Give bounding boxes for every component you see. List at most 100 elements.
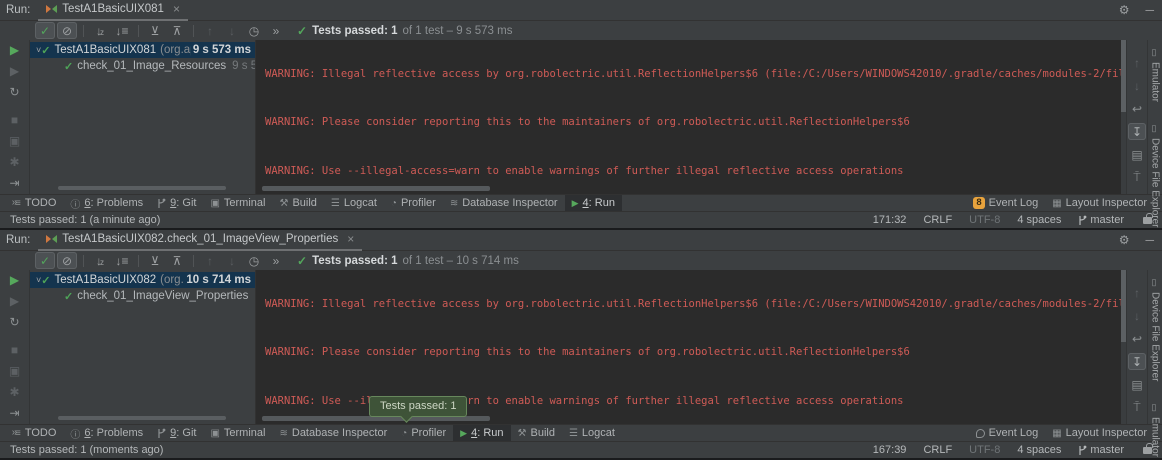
more-toolbar-icon[interactable]: » [12,197,18,208]
rerun-failed-tests-icon[interactable]: ▶ [5,294,25,308]
layout-inspector-button[interactable]: ▦Layout Inspector [1045,425,1154,442]
sidetab-device-file-explorer[interactable]: ▯ Device File Explorer [1150,124,1161,227]
file-encoding[interactable]: UTF-8 [969,214,1000,226]
toolwindow-profiler[interactable]: ◔Profiler [384,195,443,212]
git-branch-widget[interactable]: master [1078,444,1124,456]
more-actions-icon[interactable]: » [266,22,286,39]
rerun-failed-tests-icon[interactable]: ▶ [5,64,25,78]
previous-failed-icon[interactable]: ↑ [200,252,220,269]
test-tree-root-row[interactable]: ˅ ✓ TestA1BasicUIX081 (org.aplas.basica … [30,42,255,58]
lock-icon[interactable] [1143,217,1152,224]
test-tree-child-row[interactable]: ✓ check_01_ImageView_Properties 10 s 714… [30,288,255,304]
print-icon[interactable]: ▤ [1128,146,1146,163]
console-horizontal-scrollbar[interactable] [262,186,490,191]
toolwindow-run[interactable]: ▶4: Run [453,425,510,442]
console-vertical-scrollbar[interactable] [1121,40,1126,194]
rerun-tests-icon[interactable]: ▶ [5,273,25,287]
soft-wrap-icon[interactable]: ↩ [1128,100,1146,117]
toolwindow-run[interactable]: ▶4: Run [565,195,622,212]
more-actions-icon[interactable]: » [266,252,286,269]
clear-console-icon[interactable]: ⍑ [1128,399,1146,416]
show-ignored-icon[interactable]: ⊘ [57,252,77,269]
attach-debugger-icon[interactable]: ✱ [5,385,25,399]
event-log-button[interactable]: Event Log [969,425,1046,442]
next-failed-icon[interactable]: ↓ [222,252,242,269]
toolwindow-database-inspector[interactable]: ≋Database Inspector [443,195,565,212]
minimize-icon[interactable]: ─ [1137,233,1162,247]
lock-icon[interactable] [1143,447,1152,454]
expand-all-icon[interactable]: ⊻ [145,252,165,269]
screenshot-icon[interactable]: ▣ [5,364,25,378]
expand-all-icon[interactable]: ⊻ [145,22,165,39]
run-config-tab[interactable]: TestA1BasicUIX082.check_01_ImageView_Pro… [38,230,362,251]
stop-icon[interactable]: ■ [5,113,25,127]
caret-position[interactable]: 167:39 [873,444,907,456]
event-log-button[interactable]: 8Event Log [966,195,1045,212]
stop-icon[interactable]: ■ [5,343,25,357]
show-ignored-icon[interactable]: ⊘ [57,22,77,39]
scroll-to-end-icon[interactable]: ↧ [1128,123,1146,140]
toolwindow-profiler[interactable]: ◔Profiler [394,425,453,442]
line-ending[interactable]: CRLF [923,444,952,456]
console-vertical-scrollbar[interactable] [1121,270,1126,424]
toolwindow-git[interactable]: 9: Git [150,425,203,442]
toolwindow-problems[interactable]: ⓘ6: Problems [63,195,150,212]
detach-icon[interactable]: ⇥ [5,406,25,420]
file-encoding[interactable]: UTF-8 [969,444,1000,456]
caret-position[interactable]: 171:32 [873,214,907,226]
sidetab-emulator[interactable]: ▯ Emulator [1150,48,1161,102]
collapse-all-icon[interactable]: ⊼ [167,252,187,269]
minimize-icon[interactable]: ─ [1137,3,1162,17]
gear-icon[interactable]: ⚙ [1111,233,1138,247]
sort-by-duration-icon[interactable]: ↓≡ [112,252,132,269]
toolwindow-logcat[interactable]: ☰Logcat [562,425,622,442]
toolwindow-logcat[interactable]: ☰Logcat [324,195,384,212]
up-stack-trace-icon[interactable]: ↑ [1128,284,1146,301]
tree-horizontal-scrollbar[interactable] [58,416,226,420]
detach-icon[interactable]: ⇥ [5,176,25,190]
layout-inspector-button[interactable]: ▦Layout Inspector [1045,195,1154,212]
sort-alphabetically-icon[interactable]: ↓z [90,252,110,269]
line-ending[interactable]: CRLF [923,214,952,226]
rerun-tests-icon[interactable]: ▶ [5,43,25,57]
close-icon[interactable]: × [347,232,354,246]
up-stack-trace-icon[interactable]: ↑ [1128,54,1146,71]
show-passed-icon[interactable]: ✓ [35,22,55,39]
show-passed-icon[interactable]: ✓ [35,252,55,269]
print-icon[interactable]: ▤ [1128,376,1146,393]
down-stack-trace-icon[interactable]: ↓ [1128,307,1146,324]
toolwindow-terminal[interactable]: ▣Terminal [203,195,272,212]
indent-setting[interactable]: 4 spaces [1017,444,1061,456]
git-branch-widget[interactable]: master [1078,214,1124,226]
toolwindow-terminal[interactable]: ▣Terminal [203,425,272,442]
test-history-icon[interactable]: ◷ [244,22,264,39]
scroll-to-end-icon[interactable]: ↧ [1128,353,1146,370]
toggle-auto-test-icon[interactable]: ↻ [5,315,25,329]
toolwindow-problems[interactable]: ⓘ6: Problems [63,425,150,442]
down-stack-trace-icon[interactable]: ↓ [1128,77,1146,94]
gear-icon[interactable]: ⚙ [1111,3,1138,17]
next-failed-icon[interactable]: ↓ [222,22,242,39]
previous-failed-icon[interactable]: ↑ [200,22,220,39]
sort-alphabetically-icon[interactable]: ↓z [90,22,110,39]
run-config-tab[interactable]: TestA1BasicUIX081 × [38,0,188,21]
test-tree-child-row[interactable]: ✓ check_01_Image_Resources 9 s 573 ms [30,58,255,74]
tree-horizontal-scrollbar[interactable] [58,186,226,190]
indent-setting[interactable]: 4 spaces [1017,214,1061,226]
sidetab-device-file-explorer[interactable]: ▯ Device File Explorer [1150,278,1161,381]
clear-console-icon[interactable]: ⍑ [1128,169,1146,186]
sort-by-duration-icon[interactable]: ↓≡ [112,22,132,39]
test-history-icon[interactable]: ◷ [244,252,264,269]
soft-wrap-icon[interactable]: ↩ [1128,330,1146,347]
more-toolbar-icon[interactable]: » [12,427,18,438]
toolwindow-git[interactable]: 9: Git [150,195,203,212]
test-tree-root-row[interactable]: ˅ ✓ TestA1BasicUIX082 (org.aplas.basica … [30,272,255,288]
toggle-auto-test-icon[interactable]: ↻ [5,85,25,99]
console-output[interactable]: WARNING: Illegal reflective access by or… [255,40,1126,194]
toolwindow-build[interactable]: ⚒Build [511,425,562,442]
screenshot-icon[interactable]: ▣ [5,134,25,148]
close-icon[interactable]: × [173,2,180,16]
collapse-all-icon[interactable]: ⊼ [167,22,187,39]
toolwindow-build[interactable]: ⚒Build [272,195,323,212]
toolwindow-database-inspector[interactable]: ≋Database Inspector [272,425,394,442]
